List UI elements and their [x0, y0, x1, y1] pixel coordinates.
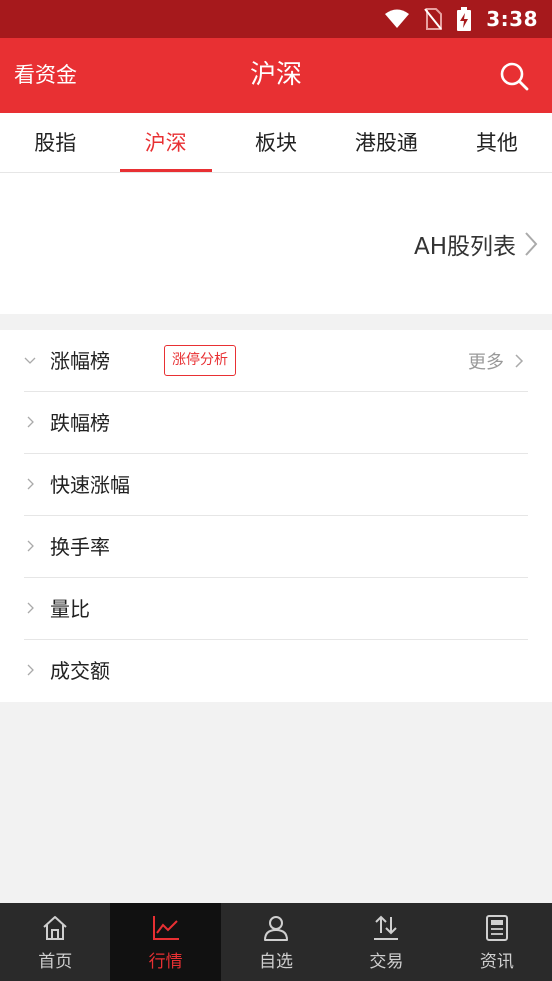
list-item-turnover-amount[interactable]: 成交额	[24, 640, 528, 702]
chevron-right-icon	[27, 478, 34, 490]
chevron-right-icon	[27, 664, 34, 676]
more-link[interactable]: 更多	[468, 330, 524, 392]
list-item-gainers[interactable]: 涨幅榜 涨停分析 更多	[24, 330, 528, 392]
clock: 3:38	[486, 7, 538, 31]
chevron-right-icon	[525, 232, 538, 256]
chevron-right-icon	[27, 540, 34, 552]
page-title: 沪深	[249, 60, 302, 90]
user-icon	[264, 916, 289, 941]
list-item-label: 量比	[50, 597, 90, 621]
bottom-nav: 首页 行情 自选 交易 资讯	[0, 903, 552, 981]
nav-label: 行情	[148, 952, 183, 972]
ranking-list: 涨幅榜 涨停分析 更多 跌幅榜 快速涨幅 换手率 量比 成交额	[0, 330, 552, 702]
list-item-volume-ratio[interactable]: 量比	[24, 578, 528, 640]
tab-hushen[interactable]: 沪深	[110, 113, 220, 172]
wifi-icon	[385, 9, 410, 28]
more-label: 更多	[468, 352, 504, 373]
nav-watchlist[interactable]: 自选	[221, 903, 331, 981]
list-item-losers[interactable]: 跌幅榜	[24, 392, 528, 454]
ah-list-label: AH股列表	[413, 234, 516, 260]
nav-trade[interactable]: 交易	[331, 903, 441, 981]
view-funds-link[interactable]: 看资金	[14, 38, 77, 113]
chevron-right-icon	[27, 416, 34, 428]
home-icon	[43, 916, 67, 940]
chevron-right-icon	[27, 602, 34, 614]
market-tabs: 股指 沪深 板块 港股通 其他	[0, 113, 552, 173]
nav-label: 自选	[259, 952, 294, 972]
limit-up-analysis-button[interactable]: 涨停分析	[164, 345, 236, 376]
list-item-label: 跌幅榜	[50, 411, 110, 435]
ah-panel: AH股列表	[0, 173, 552, 314]
nav-label: 资讯	[479, 952, 514, 972]
list-item-label: 快速涨幅	[50, 473, 130, 497]
ah-list-link[interactable]: AH股列表	[414, 228, 538, 260]
list-item-turnover-rate[interactable]: 换手率	[24, 516, 528, 578]
nav-market[interactable]: 行情	[110, 903, 221, 981]
news-icon	[485, 915, 508, 941]
tab-other[interactable]: 其他	[442, 113, 552, 172]
chevron-right-icon	[515, 354, 524, 368]
no-sim-icon	[424, 8, 443, 30]
chevron-down-icon	[24, 357, 36, 364]
list-item-label: 成交额	[50, 659, 110, 683]
nav-home[interactable]: 首页	[0, 903, 110, 981]
app-bar: 看资金 沪深	[0, 38, 552, 113]
nav-label: 交易	[369, 952, 404, 972]
nav-label: 首页	[38, 952, 73, 972]
chart-icon	[152, 916, 179, 940]
list-item-label: 涨幅榜	[50, 349, 110, 373]
list-item-fast-gainers[interactable]: 快速涨幅	[24, 454, 528, 516]
tab-stock-connect[interactable]: 港股通	[331, 113, 441, 172]
tab-index[interactable]: 股指	[0, 113, 110, 172]
search-icon[interactable]	[498, 60, 530, 92]
status-bar: 3:38	[0, 0, 552, 38]
tab-sector[interactable]: 板块	[221, 113, 331, 172]
nav-news[interactable]: 资讯	[442, 903, 552, 981]
trade-icon	[374, 915, 399, 940]
list-item-label: 换手率	[50, 535, 110, 559]
battery-charging-icon	[457, 7, 472, 31]
